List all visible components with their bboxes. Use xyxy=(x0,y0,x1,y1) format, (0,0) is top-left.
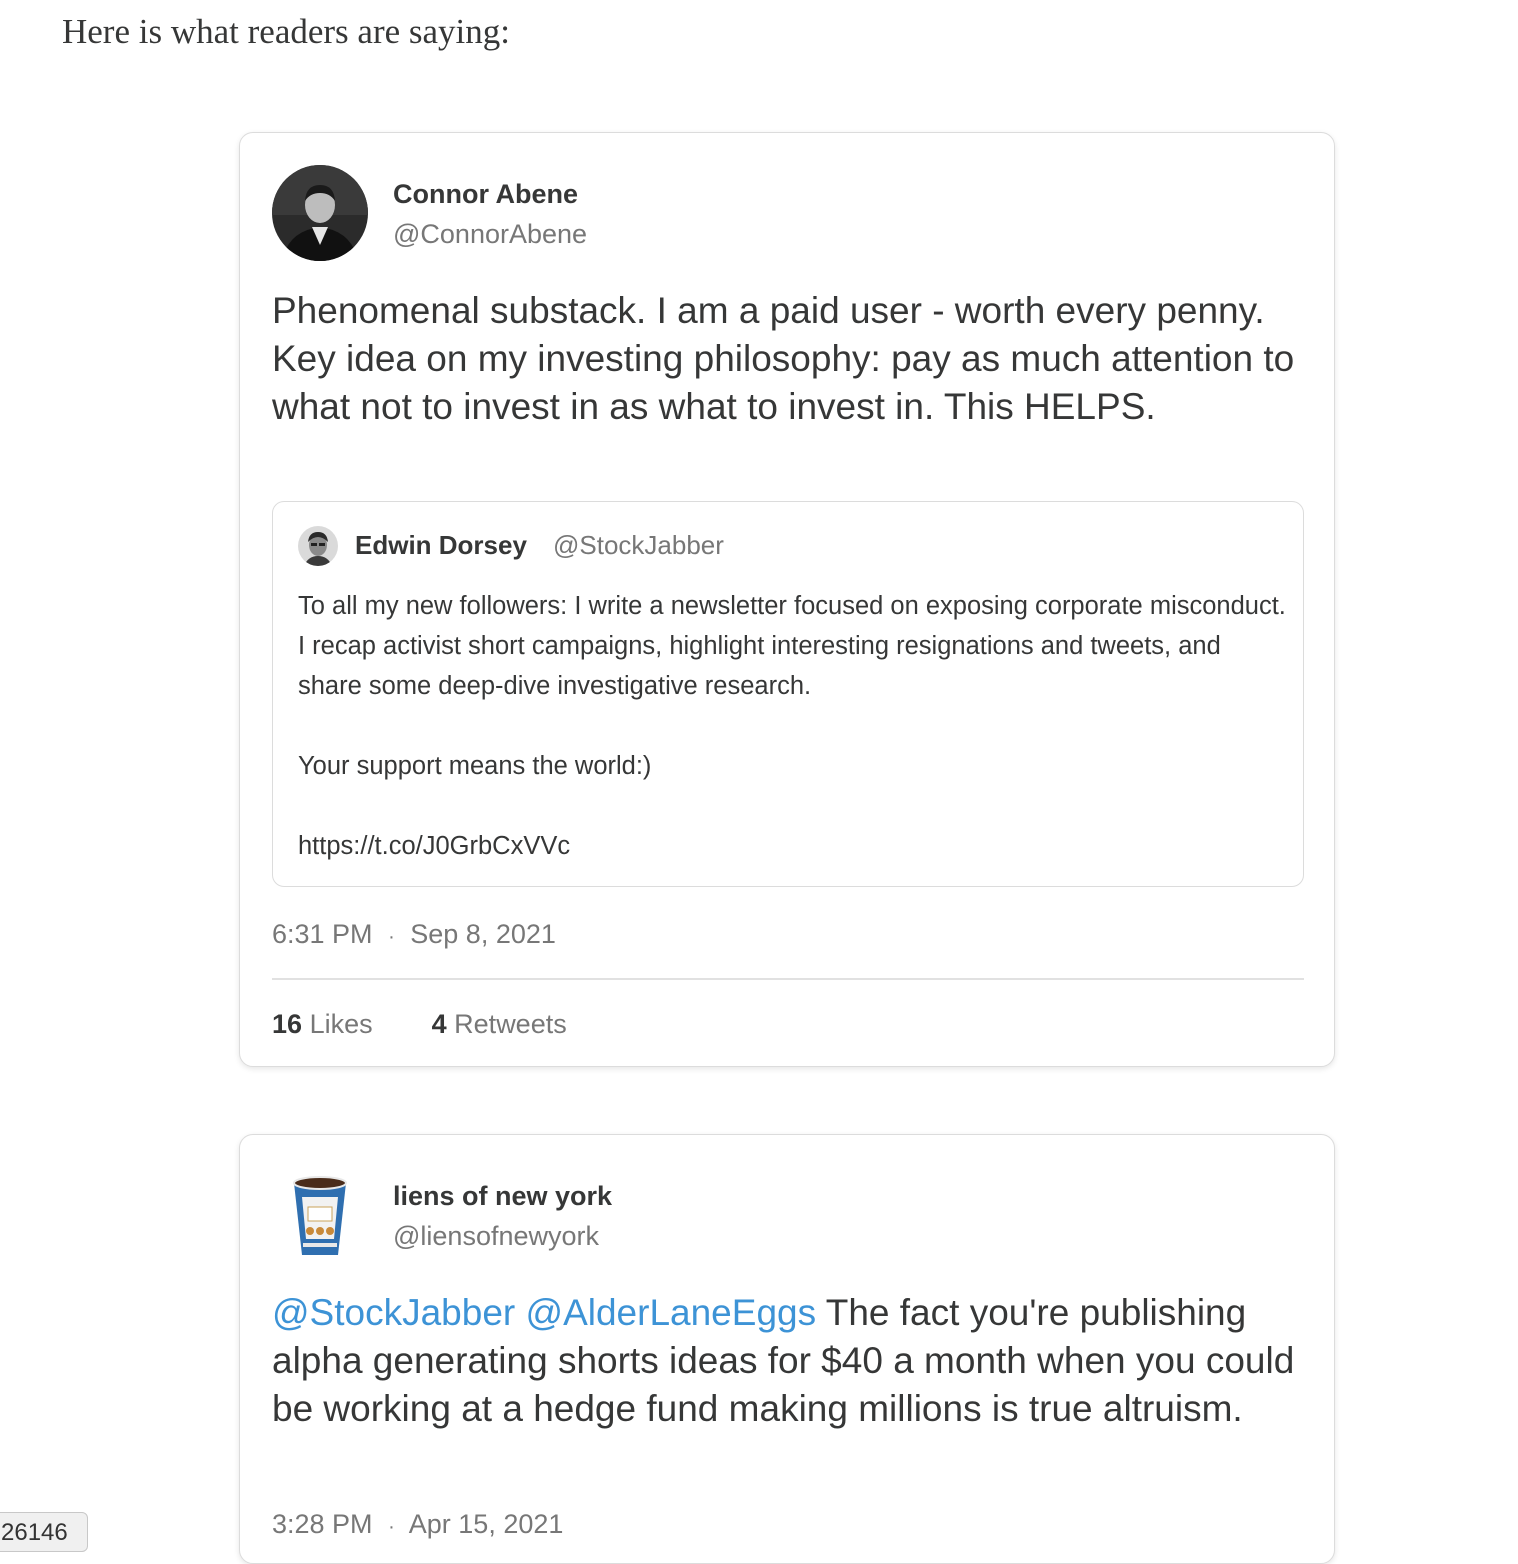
tweet-text: Phenomenal substack. I am a paid user - … xyxy=(272,290,1295,427)
likes-stat[interactable]: 16 Likes xyxy=(272,1009,373,1039)
mention-link[interactable]: @AlderLaneEggs xyxy=(526,1292,817,1333)
likes-count: 16 xyxy=(272,1009,303,1039)
author-handle[interactable]: @ConnorAbene xyxy=(393,217,587,251)
retweets-stat[interactable]: 4 Retweets xyxy=(432,1009,567,1039)
quoted-author-name[interactable]: Edwin Dorsey xyxy=(355,530,527,561)
retweets-count: 4 xyxy=(431,1009,447,1039)
quoted-author-handle[interactable]: @StockJabber xyxy=(553,530,724,561)
tweet-timestamp[interactable]: 6:31 PM · Sep 8, 2021 xyxy=(272,919,556,950)
separator-dot: · xyxy=(388,1516,395,1538)
quoted-tweet[interactable]: Edwin Dorsey @StockJabber To all my new … xyxy=(272,501,1304,887)
separator-dot: · xyxy=(388,926,395,948)
quoted-link[interactable]: https://t.co/J0GrbCxVVc xyxy=(298,826,1288,866)
quoted-paragraph: Your support means the world:) xyxy=(298,752,652,780)
quoted-paragraph: To all my new followers: I write a newsl… xyxy=(298,592,1286,700)
likes-label: Likes xyxy=(309,1009,373,1039)
mention-link[interactable]: @StockJabber xyxy=(272,1292,515,1333)
tweet-date: Apr 15, 2021 xyxy=(408,1509,564,1539)
quoted-avatar[interactable] xyxy=(298,526,338,566)
quoted-text: To all my new followers: I write a newsl… xyxy=(298,586,1288,866)
author-handle[interactable]: @liensofnewyork xyxy=(393,1219,612,1253)
tweet-time: 3:28 PM xyxy=(272,1509,373,1539)
avatar[interactable] xyxy=(272,1167,368,1263)
avatar[interactable] xyxy=(272,165,368,261)
author-name[interactable]: liens of new york xyxy=(393,1179,612,1213)
tweet-time: 6:31 PM xyxy=(272,919,373,949)
divider xyxy=(272,978,1304,980)
tweet-card[interactable]: Connor Abene @ConnorAbene Phenomenal sub… xyxy=(239,132,1335,1067)
tweet-card[interactable]: liens of new york @liensofnewyork @Stock… xyxy=(239,1134,1335,1564)
corner-badge: 26146 xyxy=(0,1512,88,1552)
tweet-stats: 16 Likes 4 Retweets xyxy=(272,1009,567,1040)
tweet-text: @StockJabber @AlderLaneEggs The fact you… xyxy=(272,1289,1312,1433)
intro-heading: Here is what readers are saying: xyxy=(62,12,510,51)
author-name[interactable]: Connor Abene xyxy=(393,177,587,211)
retweets-label: Retweets xyxy=(454,1009,567,1039)
tweet-date: Sep 8, 2021 xyxy=(410,919,556,949)
tweet-timestamp[interactable]: 3:28 PM · Apr 15, 2021 xyxy=(272,1509,563,1540)
